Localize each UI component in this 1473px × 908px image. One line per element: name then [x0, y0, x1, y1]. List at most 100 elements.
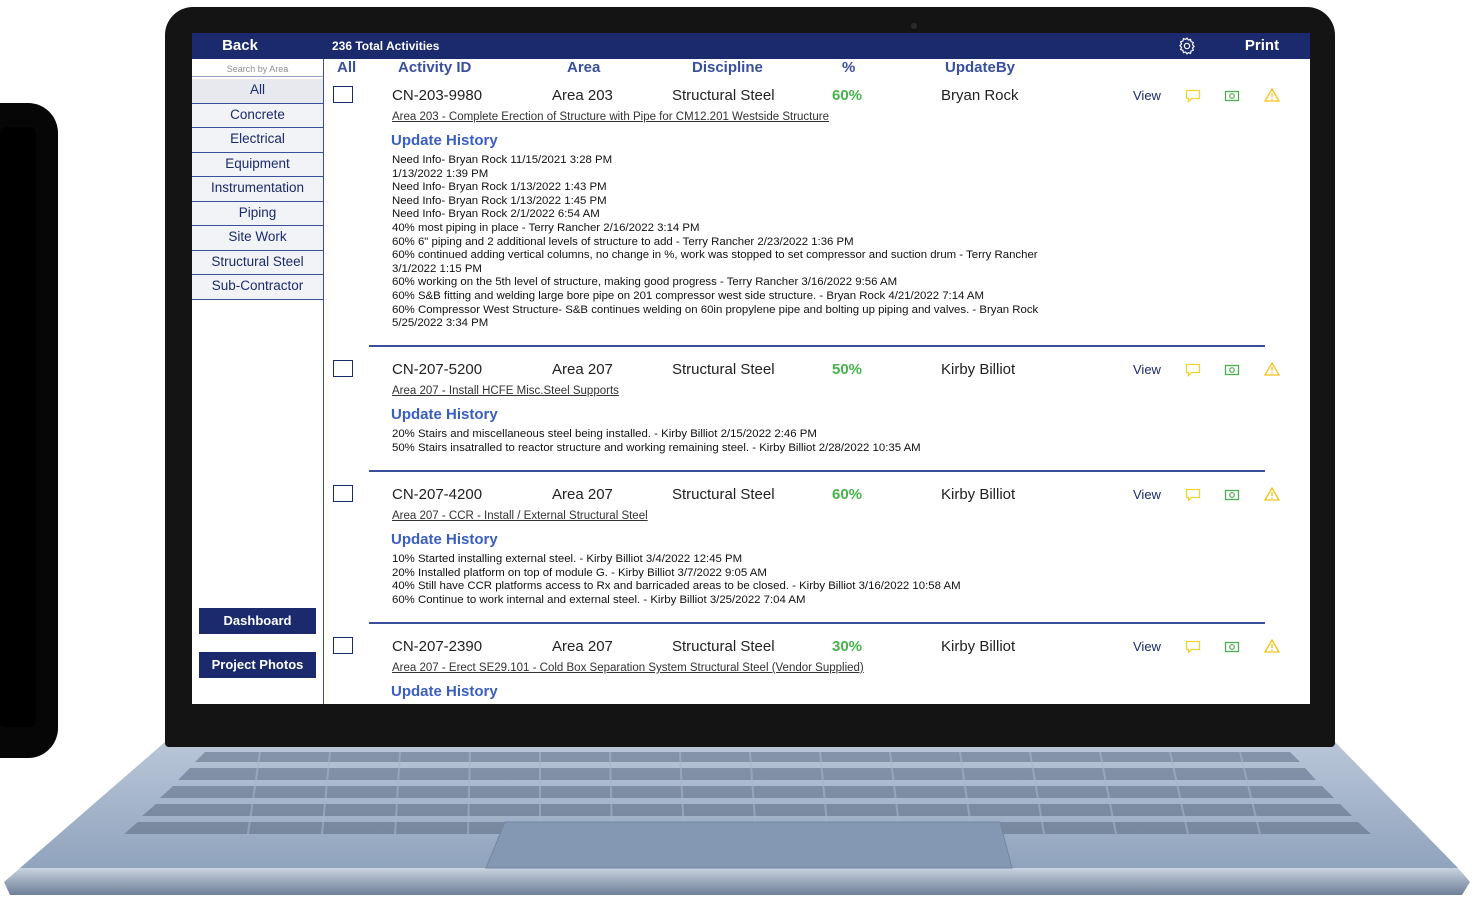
activity-id: CN-207-4200: [392, 486, 483, 503]
history-entry: 60% Compressor West Structure- S&B conti…: [392, 303, 1039, 316]
history-entry: 60% S&B fitting and welding large bore p…: [392, 289, 985, 302]
area-filter-electrical[interactable]: Electrical: [192, 128, 323, 153]
activity-checkbox[interactable]: [333, 637, 353, 654]
row-divider: [369, 345, 1265, 347]
update-history-list: Need Info- Bryan Rock 11/15/2021 3:28 PM…: [392, 154, 1232, 331]
total-activities-count: 236 Total Activities: [332, 39, 440, 53]
warning-icon[interactable]: [1264, 487, 1280, 501]
activity-checkbox[interactable]: [333, 485, 353, 502]
view-link[interactable]: View: [1133, 486, 1161, 504]
activity-description-link[interactable]: Area 203 - Complete Erection of Structur…: [392, 111, 829, 123]
activity-id-header[interactable]: Activity ID: [398, 59, 471, 77]
area-sidebar: All Concrete Electrical Equipment Instru…: [192, 59, 324, 704]
history-entry: 3/1/2022 1:15 PM: [392, 262, 482, 275]
activity-area: Area 207: [552, 486, 613, 503]
activity-discipline: Structural Steel: [672, 486, 775, 503]
activity-id: CN-207-5200: [392, 361, 483, 378]
area-filter-list: All Concrete Electrical Equipment Instru…: [192, 79, 323, 300]
area-filter-piping[interactable]: Piping: [192, 201, 323, 226]
activity-area: Area 203: [552, 87, 613, 104]
activity-description-link[interactable]: Area 207 - Erect SE29.101 - Cold Box Sep…: [392, 662, 864, 674]
view-link[interactable]: View: [1133, 638, 1161, 656]
activity-description-link[interactable]: Area 207 - Install HCFE Misc.Steel Suppo…: [392, 385, 619, 397]
back-button[interactable]: Back: [192, 33, 288, 59]
update-by-header[interactable]: UpdateBy: [945, 59, 1015, 77]
activity-discipline: Structural Steel: [672, 361, 775, 378]
select-all-header[interactable]: All: [337, 59, 356, 77]
history-entry: 60% Continue to work internal and extern…: [392, 593, 806, 606]
activity-discipline: Structural Steel: [672, 87, 775, 104]
area-filter-sub-contractor[interactable]: Sub-Contractor: [192, 275, 323, 300]
history-entry: Need Info- Bryan Rock 2/1/2022 6:54 AM: [392, 208, 600, 221]
history-entry: 40% Still have CCR platforms access to R…: [392, 580, 961, 593]
history-entry: 5/25/2022 3:34 PM: [392, 317, 489, 330]
comment-icon[interactable]: [1185, 488, 1201, 502]
activity-update-by: Kirby Billiot: [941, 361, 1016, 378]
history-entry: 50% Stairs insatralled to reactor struct…: [392, 441, 921, 454]
warning-icon[interactable]: [1264, 362, 1280, 376]
comment-icon[interactable]: [1185, 640, 1201, 654]
history-entry: 60% working on the 5th level of structur…: [392, 276, 898, 289]
activity-checkbox[interactable]: [333, 86, 353, 103]
area-filter-structural-steel[interactable]: Structural Steel: [192, 250, 323, 275]
laptop-mockup-stage: Back 236 Total Activities Print All Conc…: [0, 0, 1473, 908]
percent-header[interactable]: %: [842, 59, 855, 77]
dashboard-button[interactable]: Dashboard: [199, 608, 316, 634]
update-history-title: Update History: [391, 132, 498, 149]
area-filter-site-work[interactable]: Site Work: [192, 226, 323, 251]
activity-area: Area 207: [552, 638, 613, 655]
comment-icon[interactable]: [1185, 363, 1201, 377]
row-divider: [369, 470, 1265, 472]
history-entry: 40% most piping in place - Terry Rancher…: [392, 221, 700, 234]
activity-percent: 60%: [832, 87, 863, 104]
area-filter-equipment[interactable]: Equipment: [192, 152, 323, 177]
history-entry: 1/13/2022 1:39 PM: [392, 167, 489, 180]
view-link[interactable]: View: [1133, 361, 1161, 379]
area-filter-instrumentation[interactable]: Instrumentation: [192, 177, 323, 202]
view-link[interactable]: View: [1133, 87, 1161, 105]
warning-icon[interactable]: [1264, 88, 1280, 102]
update-history-title: Update History: [391, 406, 498, 423]
history-entry: 60% 6" piping and 2 additional levels of…: [392, 235, 854, 248]
print-button[interactable]: Print: [1232, 33, 1292, 59]
history-entry: 10% Started installing external steel. -…: [392, 553, 743, 565]
activity-discipline: Structural Steel: [672, 638, 775, 655]
activity-update-by: Bryan Rock: [941, 87, 1019, 104]
activity-update-by: Kirby Billiot: [941, 486, 1016, 503]
camera-icon[interactable]: [1224, 640, 1240, 654]
row-divider: [369, 622, 1265, 624]
history-entry: 20% Installed platform on top of module …: [392, 566, 767, 579]
area-header[interactable]: Area: [567, 59, 600, 77]
update-history-list: 20% Stairs and miscellaneous steel being…: [392, 428, 1232, 455]
history-entry: Need Info- Bryan Rock 1/13/2022 1:43 PM: [392, 181, 607, 194]
activity-checkbox[interactable]: [333, 360, 353, 377]
history-entry: 60% continued adding vertical columns, n…: [392, 249, 1038, 262]
area-filter-all[interactable]: All: [192, 79, 323, 104]
history-entry: Need Info- Bryan Rock 11/15/2021 3:28 PM: [392, 154, 613, 166]
project-photos-button[interactable]: Project Photos: [199, 652, 316, 678]
area-filter-concrete[interactable]: Concrete: [192, 103, 323, 128]
discipline-header[interactable]: Discipline: [692, 59, 763, 77]
webcam: [911, 23, 917, 29]
update-history-title: Update History: [391, 683, 498, 700]
area-search-input[interactable]: [192, 61, 323, 77]
camera-icon[interactable]: [1224, 89, 1240, 103]
camera-icon[interactable]: [1224, 488, 1240, 502]
top-bar: Back 236 Total Activities Print: [192, 33, 1310, 59]
activity-id: CN-203-9980: [392, 87, 483, 104]
warning-icon[interactable]: [1264, 639, 1280, 653]
update-history-title: Update History: [391, 531, 498, 548]
activity-id: CN-207-2390: [392, 638, 483, 655]
activity-description-link[interactable]: Area 207 - CCR - Install / External Stru…: [392, 510, 648, 522]
gear-icon[interactable]: [1176, 36, 1198, 56]
history-entry: Need Info- Bryan Rock 1/13/2022 1:45 PM: [392, 194, 607, 207]
activity-percent: 60%: [832, 486, 863, 503]
comment-icon[interactable]: [1185, 89, 1201, 103]
update-history-list: 10% Started installing external steel. -…: [392, 553, 1232, 607]
activity-percent: 50%: [832, 361, 863, 378]
activity-update-by: Kirby Billiot: [941, 638, 1016, 655]
camera-icon[interactable]: [1224, 363, 1240, 377]
activity-area: Area 207: [552, 361, 613, 378]
activity-percent: 30%: [832, 638, 863, 655]
history-entry: 20% Stairs and miscellaneous steel being…: [392, 428, 817, 440]
